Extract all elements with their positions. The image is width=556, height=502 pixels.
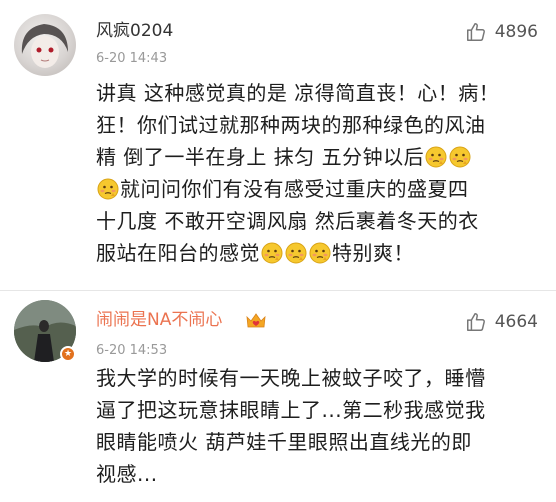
timestamp: 6-20 14:53	[96, 343, 168, 358]
embarrassed-face-icon	[425, 146, 447, 168]
comment-line: 视感...	[96, 462, 158, 486]
comment-text: 我大学的时候有一天晚上被蚊子咬了，睡懵 逼了把这玩意抹眼睛上了...第二秒我感觉…	[96, 362, 536, 490]
heart-crown-icon	[246, 313, 266, 328]
like-button[interactable]: 4664	[465, 310, 538, 334]
comment-line: 十几度 不敢开空调风扇 然后裹着冬天的衣	[96, 209, 479, 233]
embarrassed-face-icon	[309, 242, 331, 264]
comment-line: 眼睛能喷火 葫芦娃千里眼照出直线光的即	[96, 430, 472, 454]
username[interactable]: 风疯0204	[96, 20, 173, 42]
comment-line: 讲真 这种感觉真的是 凉得简直丧！心！病！	[96, 81, 500, 105]
avatar[interactable]	[14, 14, 76, 76]
comment-text: 讲真 这种感觉真的是 凉得简直丧！心！病！ 狂！你们试过就那种两块的那种绿色的风…	[96, 77, 536, 269]
comment-line: 我大学的时候有一天晚上被蚊子咬了，睡懵	[96, 366, 486, 390]
like-count: 4664	[494, 312, 538, 332]
verified-badge: ★	[60, 346, 76, 362]
comment-line: 精 倒了一半在身上 抹匀 五分钟以后	[96, 141, 536, 173]
like-button[interactable]: 4896	[465, 20, 538, 44]
username[interactable]: 闹闹是NA不闹心	[96, 309, 222, 331]
embarrassed-face-icon	[261, 242, 283, 264]
thumbs-up-icon	[465, 21, 487, 43]
comment-line: 服站在阳台的感觉 特别爽！	[96, 241, 414, 265]
embarrassed-face-icon	[285, 242, 307, 264]
comment-line: 就问问你们有没有感受过重庆的盛夏四	[96, 173, 536, 205]
timestamp: 6-20 14:43	[96, 51, 168, 66]
comment-line: 逼了把这玩意抹眼睛上了...第二秒我感觉我	[96, 398, 486, 422]
embarrassed-face-icon	[97, 178, 119, 200]
embarrassed-face-icon	[449, 146, 471, 168]
avatar-image	[21, 24, 68, 68]
thumbs-up-icon	[465, 311, 487, 333]
comment-line: 狂！你们试过就那种两块的那种绿色的风油	[96, 113, 486, 137]
like-count: 4896	[494, 22, 538, 42]
comment-item: 风疯0204 6-20 14:43 4896 讲真 这种感觉真的是 凉得简直丧！…	[0, 0, 556, 290]
